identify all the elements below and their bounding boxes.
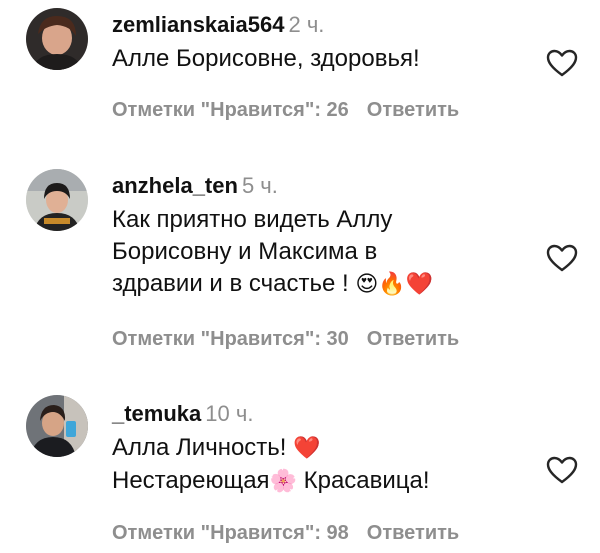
comment-meta: Отметки "Нравится": 98 Ответить [112,521,459,545]
comment-text: Алла Личность! ❤️ Нестареющая🌸 Красавица… [112,432,520,498]
heart-outline-icon[interactable] [545,455,579,485]
cherry-blossom-emoji: 🌸 [269,469,297,494]
username[interactable]: anzhela_ten [112,173,238,198]
heart-outline-icon[interactable] [545,243,579,273]
comment-line: Алла Личность! ❤️ [112,432,520,465]
reply-button[interactable]: Ответить [367,99,459,121]
reply-button[interactable]: Ответить [367,522,459,544]
comment-line: Как приятно видеть Аллу [112,206,393,233]
comment-line-text: Алла Личность! [112,434,294,461]
comment-meta: Отметки "Нравится": 26 Ответить [112,98,459,122]
comment-meta: Отметки "Нравится": 30 Ответить [112,327,459,351]
comment-text: Как приятно видеть Аллу Борисовну и Макс… [112,204,520,301]
avatar[interactable] [26,395,88,457]
comment-line: Борисовну и Максима в [112,238,378,265]
comment-1: zemlianskaia564 2 ч. Алле Борисовне, здор… [0,0,600,140]
avatar[interactable] [26,169,88,231]
comment-line-text: Нестареющая [112,467,270,494]
comment-text: Алле Борисовне, здоровья! [112,45,420,72]
comment-2: anzhela_ten 5 ч. Как приятно видеть Аллу … [0,165,600,365]
red-heart-emoji: ❤️ [405,272,434,297]
comment-line: Нестареющая🌸 Красавица! [112,465,520,498]
heart-outline-icon[interactable] [545,48,579,78]
username[interactable]: _temuka [112,401,201,426]
comment-line: здравии и в счастье ! 😍🔥❤️ [112,268,520,301]
red-heart-emoji: ❤️ [293,436,321,461]
fire-emoji: 🔥 [378,272,406,297]
timestamp[interactable]: 10 ч. [205,401,253,426]
heart-eyes-emoji: 😍 [355,272,379,297]
comment-line-text: здравии и в счастье ! [112,270,356,297]
username[interactable]: zemlianskaia564 [112,12,284,37]
comment-3: _temuka 10 ч. Алла Личность! ❤️ Нестареющ… [0,393,600,553]
comment-line-text: Красавица! [296,467,430,494]
likes-count[interactable]: Отметки "Нравится": 26 [112,99,349,121]
likes-count[interactable]: Отметки "Нравится": 30 [112,328,349,350]
likes-count[interactable]: Отметки "Нравится": 98 [112,522,349,544]
timestamp[interactable]: 5 ч. [242,173,278,198]
reply-button[interactable]: Ответить [367,328,459,350]
timestamp[interactable]: 2 ч. [288,12,324,37]
avatar[interactable] [26,8,88,70]
